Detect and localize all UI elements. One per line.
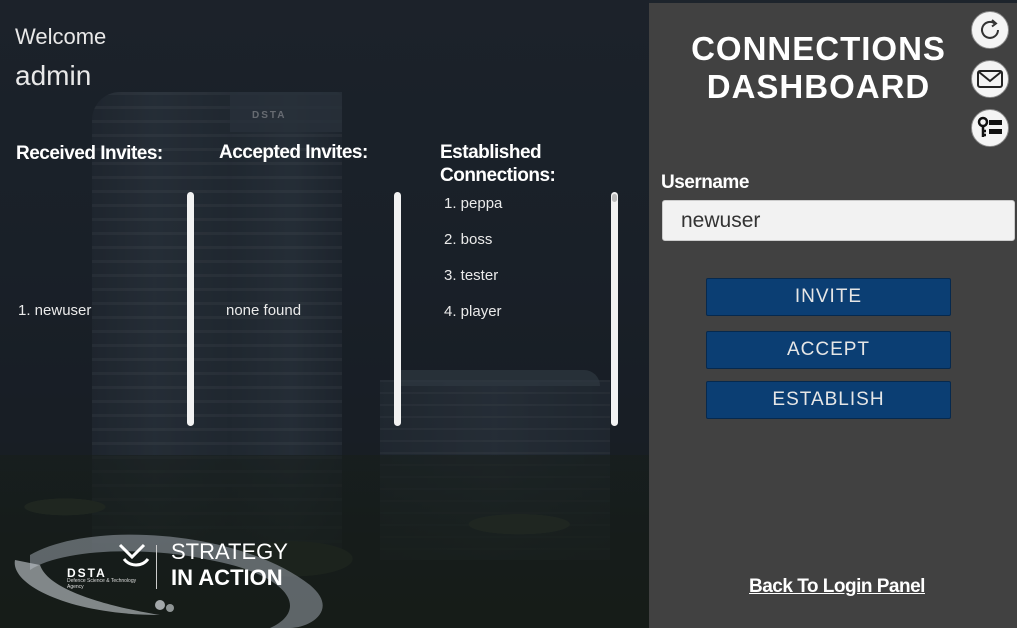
welcome-label: Welcome <box>15 24 107 49</box>
received-invites-list: 1. newuser <box>18 302 91 338</box>
accepted-invites-heading: Accepted Invites: <box>219 142 368 163</box>
refresh-button[interactable] <box>971 11 1009 49</box>
key-list-icon <box>977 116 1002 137</box>
established-connections-heading: Established Connections: <box>440 141 556 187</box>
list-item[interactable]: 1. peppa <box>444 195 502 231</box>
mail-button[interactable] <box>971 60 1009 98</box>
accept-button[interactable]: ACCEPT <box>706 331 951 369</box>
established-heading-line1: Established <box>440 142 542 163</box>
established-list-scrollbar[interactable] <box>611 192 618 426</box>
list-item[interactable]: 4. player <box>444 303 502 339</box>
list-item[interactable]: 3. tester <box>444 267 502 303</box>
back-to-login-link[interactable]: Back To Login Panel <box>749 576 925 598</box>
received-list-scrollbar[interactable] <box>187 192 194 426</box>
list-item: none found <box>226 302 302 319</box>
logo-divider <box>156 545 157 589</box>
invite-button[interactable]: INVITE <box>706 278 951 316</box>
accepted-invites-list: none found <box>226 302 301 338</box>
dashboard-title-line1: CONNECTIONS <box>691 30 946 67</box>
dashboard-title-line2: DASHBOARD <box>706 68 931 105</box>
dashboard-title: CONNECTIONS DASHBOARD <box>666 30 971 106</box>
list-item[interactable]: 1. newuser <box>18 302 91 338</box>
established-connections-list: 1. peppa 2. boss 3. tester 4. player <box>444 195 502 339</box>
key-list-button[interactable] <box>971 109 1009 147</box>
logo-tagline-strategy: STRATEGY <box>171 539 288 564</box>
established-heading-line2: Connections: <box>440 165 556 186</box>
establish-button[interactable]: ESTABLISH <box>706 381 951 419</box>
accepted-list-scrollbar[interactable] <box>394 192 401 426</box>
logo-subtitle: Defence Science & Technology Agency <box>67 578 137 590</box>
received-invites-heading: Received Invites: <box>16 143 163 164</box>
username-input[interactable] <box>662 200 1015 241</box>
logo-tagline-in-action: IN ACTION <box>171 565 283 590</box>
refresh-icon <box>981 19 999 39</box>
username-label: Username <box>661 172 749 193</box>
mail-icon <box>977 70 1003 88</box>
list-item[interactable]: 2. boss <box>444 231 502 267</box>
current-username: admin <box>15 60 92 91</box>
